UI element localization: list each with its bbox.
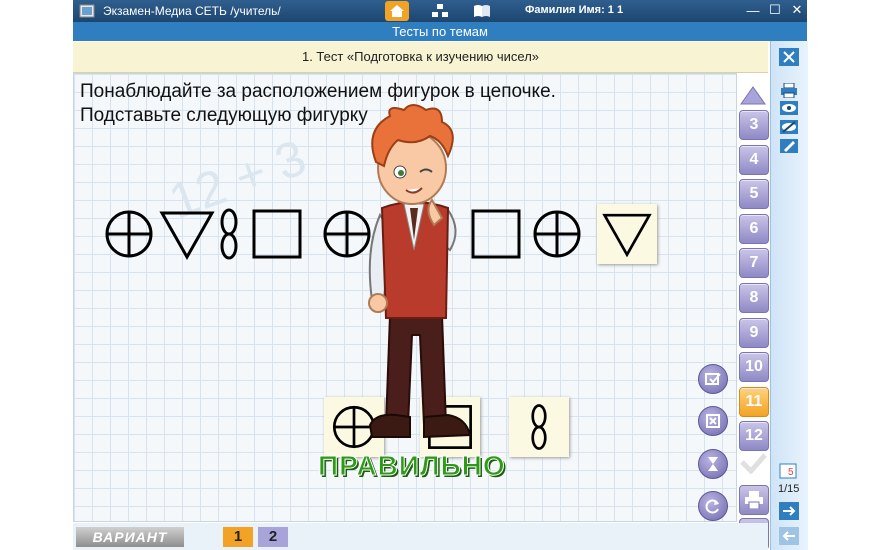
app-title: Экзамен-Медиа СЕТЬ /учитель/	[103, 4, 281, 18]
next-button[interactable]	[779, 502, 799, 520]
question-counter: 1/15	[778, 483, 800, 495]
mascot-boy-illustration	[368, 104, 472, 439]
pencil-icon	[780, 139, 798, 153]
print-button[interactable]	[779, 81, 799, 99]
hourglass-icon	[708, 457, 718, 471]
close-icon	[783, 51, 795, 63]
section-title: Тесты по темам	[73, 22, 807, 41]
svg-text:5: 5	[788, 467, 794, 478]
refresh-button[interactable]	[698, 491, 728, 521]
home-button[interactable]	[385, 1, 409, 21]
answer-slot[interactable]	[597, 204, 657, 264]
printer-icon	[745, 491, 763, 509]
arrow-left-icon	[782, 531, 795, 541]
option-figure-eight[interactable]	[509, 397, 569, 457]
triangle-up-icon	[740, 86, 766, 105]
clear-answer-button[interactable]	[698, 406, 728, 436]
prev-button[interactable]	[779, 527, 799, 545]
print-test-button[interactable]	[739, 485, 769, 515]
question-nav-item[interactable]: 11	[739, 386, 769, 417]
book-icon	[474, 5, 490, 17]
sequence-circle-cross-1	[100, 205, 158, 263]
question-line-1: Понаблюдайте за расположением фигурок в …	[80, 81, 556, 102]
home-icon	[390, 5, 404, 17]
printer-icon	[781, 82, 797, 98]
question-nav-item[interactable]: 3	[739, 110, 769, 140]
title-bar: Экзамен-Медиа СЕТЬ /учитель/ Фамилия Имя…	[73, 0, 807, 22]
check-icon	[705, 373, 721, 385]
arrow-right-icon	[783, 506, 796, 516]
hide-answer-button[interactable]	[779, 118, 799, 136]
hidden-eye-icon	[780, 120, 798, 134]
question-nav-item[interactable]: 7	[739, 248, 769, 279]
book-stack-icon[interactable]: 5	[778, 462, 800, 480]
variant-label: ВАРИАНТ	[76, 527, 184, 547]
question-nav-item[interactable]: 10	[739, 352, 769, 383]
question-nav-item[interactable]: 4	[739, 144, 769, 175]
variant-1-button[interactable]: 1	[223, 527, 253, 547]
minimize-button[interactable]: —	[745, 2, 761, 18]
close-window-button[interactable]: ✕	[789, 2, 805, 18]
checkmark-disabled-icon	[740, 453, 767, 475]
scroll-up-button[interactable]	[739, 84, 767, 111]
structure-icon	[432, 4, 448, 17]
sequence-circle-cross-3	[528, 205, 586, 263]
sequence-square-1	[248, 205, 306, 263]
user-name: Фамилия Имя: 1 1	[525, 4, 624, 16]
feedback-correct-label: ПРАВИЛЬНО	[318, 450, 506, 482]
question-nav-item[interactable]: 8	[739, 283, 769, 313]
app-logo-icon	[79, 3, 97, 19]
maximize-button[interactable]: ☐	[767, 2, 783, 18]
scroll-down-button[interactable]	[739, 452, 767, 479]
refresh-icon	[705, 499, 719, 514]
question-line-2: Подставьте следующую фигурку	[80, 105, 368, 126]
check-answer-button[interactable]	[698, 364, 728, 394]
question-nav-item[interactable]: 5	[739, 179, 769, 210]
book-button[interactable]	[470, 1, 494, 21]
clear-icon	[706, 414, 720, 428]
variant-2-button[interactable]: 2	[258, 527, 288, 547]
question-nav-item[interactable]: 12	[739, 421, 769, 452]
question-nav-item[interactable]: 6	[739, 213, 769, 244]
hint-button[interactable]	[698, 449, 728, 479]
edit-button[interactable]	[779, 137, 799, 155]
structure-button[interactable]	[428, 1, 452, 21]
close-test-button[interactable]	[779, 48, 799, 66]
show-answer-button[interactable]	[779, 99, 799, 117]
test-title: 1. Тест «Подготовка к изучению чисел»	[73, 42, 768, 73]
question-nav-item[interactable]: 9	[739, 317, 769, 348]
eye-icon	[780, 101, 798, 115]
